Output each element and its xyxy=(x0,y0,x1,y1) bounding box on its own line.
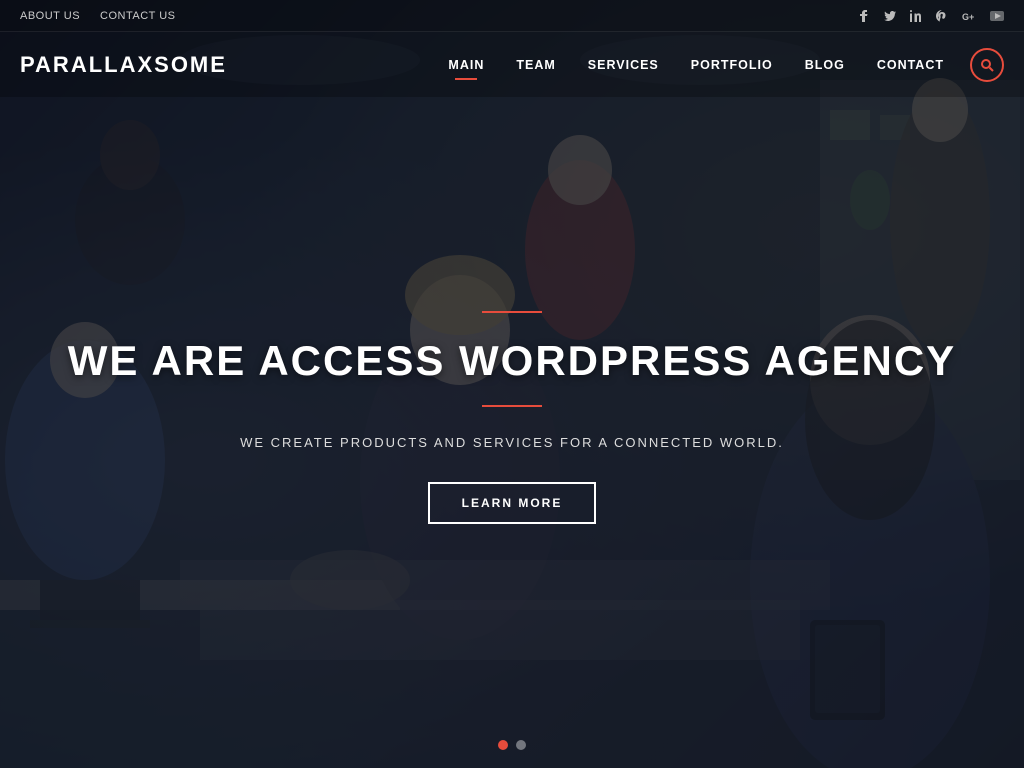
youtube-icon[interactable] xyxy=(990,11,1004,21)
about-us-link[interactable]: ABOUT US xyxy=(20,10,80,22)
hero-content: WE ARE ACCESS WORDPRESS AGENCY WE CREATE… xyxy=(0,97,1024,738)
top-bar-links: ABOUT US CONTACT US xyxy=(20,10,176,22)
nav-link-services[interactable]: SERVICES xyxy=(572,36,675,94)
slider-dots xyxy=(498,740,526,750)
learn-more-button[interactable]: LEARN MORE xyxy=(428,482,597,524)
hero-subtitle: WE CREATE PRODUCTS AND SERVICES FOR A CO… xyxy=(240,435,784,450)
nav-link-blog[interactable]: BLOG xyxy=(789,36,861,94)
nav-links: MAIN TEAM SERVICES PORTFOLIO BLOG CONTAC… xyxy=(432,36,1004,94)
slider-dot-1[interactable] xyxy=(498,740,508,750)
brand-logo[interactable]: PARALLAXSOME xyxy=(20,52,227,78)
google-plus-icon[interactable]: G+ xyxy=(962,11,976,21)
hero-line-bottom xyxy=(482,405,542,407)
social-icons: G+ xyxy=(858,10,1004,22)
search-button[interactable] xyxy=(970,48,1004,82)
main-nav: PARALLAXSOME MAIN TEAM SERVICES PORTFOLI… xyxy=(0,32,1024,97)
pinterest-icon[interactable] xyxy=(936,10,948,22)
top-bar: ABOUT US CONTACT US G+ xyxy=(0,0,1024,32)
svg-text:G+: G+ xyxy=(962,12,974,21)
slider-dot-2[interactable] xyxy=(516,740,526,750)
linkedin-icon[interactable] xyxy=(910,10,922,22)
twitter-icon[interactable] xyxy=(884,10,896,22)
hero-title: WE ARE ACCESS WORDPRESS AGENCY xyxy=(68,337,956,385)
nav-link-contact[interactable]: CONTACT xyxy=(861,36,960,94)
contact-us-link[interactable]: CONTACT US xyxy=(100,10,176,22)
facebook-icon[interactable] xyxy=(858,10,870,22)
nav-link-main[interactable]: MAIN xyxy=(432,36,500,94)
hero-line-top xyxy=(482,311,542,313)
nav-link-team[interactable]: TEAM xyxy=(500,36,571,94)
nav-link-portfolio[interactable]: PORTFOLIO xyxy=(675,36,789,94)
